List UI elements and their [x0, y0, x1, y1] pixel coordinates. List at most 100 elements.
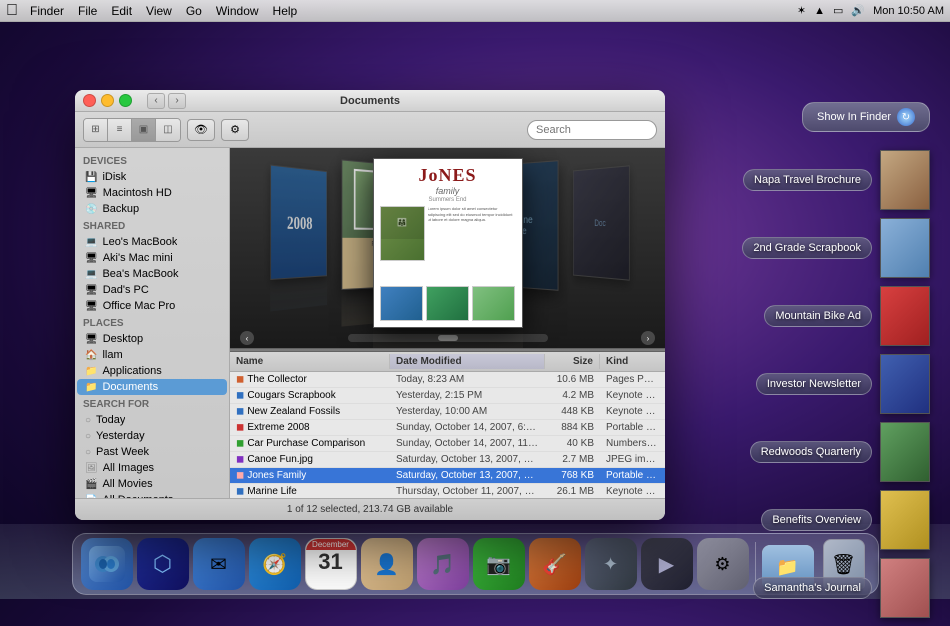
dock-quicksilver[interactable]: ✦ [585, 538, 637, 590]
side-item-napa-label: Napa Travel Brochure [743, 169, 872, 191]
dock-dashboard[interactable]: ⬡ [137, 538, 189, 590]
column-view-button[interactable]: ◫ [156, 119, 180, 141]
minimize-button[interactable] [101, 94, 114, 107]
file-list-header: Name Date Modified Size Kind [230, 352, 665, 372]
cf-item-right-far: Doc [573, 165, 630, 280]
menu-go[interactable]: Go [186, 4, 202, 18]
side-item-investor[interactable]: Investor Newsletter [720, 354, 930, 414]
side-item-redwood-label: Redwoods Quarterly [750, 441, 872, 463]
side-item-samantha[interactable]: Samantha's Journal [720, 558, 930, 618]
close-button[interactable] [83, 94, 96, 107]
dock-frontrow[interactable]: ▶ [641, 538, 693, 590]
battery-icon: ▭ [833, 4, 843, 17]
jones-body-text: Lorem ipsum dolor sit amet consectetur a… [428, 206, 516, 282]
sidebar-item-applications[interactable]: 📁Applications [77, 363, 227, 379]
cf-scroll-right[interactable]: › [641, 331, 655, 345]
sidebar-item-desktop[interactable]: 🖥Desktop [77, 331, 227, 347]
sidebar-item-aki[interactable]: 🖥Aki's Mac mini [77, 250, 227, 266]
sidebar-item-home[interactable]: 🏠llam [77, 347, 227, 363]
icon-view-button[interactable]: ⊞ [84, 119, 108, 141]
side-item-bike-label: Mountain Bike Ad [764, 305, 872, 327]
shared-header: SHARED [75, 217, 229, 234]
show-arrow-icon: ↻ [897, 108, 915, 126]
col-header-kind[interactable]: Kind [600, 354, 665, 369]
search-input[interactable] [527, 120, 657, 140]
show-in-finder-button[interactable]: Show In Finder ↻ [802, 102, 930, 132]
jones-tagline: Summers End [380, 197, 516, 203]
apple-menu-icon[interactable]:  [6, 2, 18, 20]
col-header-date[interactable]: Date Modified [390, 354, 545, 369]
desktop: ‹ › Documents ⊞ ≡ ▣ ◫ 👁 ⚙ DEVICES [0, 22, 950, 524]
side-thumbnail-investor [880, 354, 930, 414]
sidebar-search-images[interactable]: 🖼All Images [77, 460, 227, 476]
sidebar-item-dad[interactable]: 🖥Dad's PC [77, 282, 227, 298]
dock-itunes[interactable]: 🎵 [417, 538, 469, 590]
dock-addressbook[interactable]: 👤 [361, 538, 413, 590]
window-title: Documents [340, 95, 400, 107]
menu-help[interactable]: Help [273, 4, 298, 18]
sidebar-item-backup[interactable]: 💿Backup [77, 201, 227, 217]
file-row[interactable]: ◼Car Purchase Comparison Sunday, October… [230, 436, 665, 452]
cf-center-item[interactable]: JoNES family Summers End 👨‍👩‍👧 Lorem ips… [373, 158, 523, 348]
wifi-icon: ▲ [814, 5, 825, 17]
coverflow-area[interactable]: 2008 Family [230, 148, 665, 348]
dock-finder[interactable] [81, 538, 133, 590]
coverflow-view-button[interactable]: ▣ [132, 119, 156, 141]
cf-scroll-left[interactable]: ‹ [240, 331, 254, 345]
sidebar-search-pastweek[interactable]: ○Past Week [77, 444, 227, 460]
file-row[interactable]: ◼Marine Life Thursday, October 11, 2007,… [230, 484, 665, 498]
titlebar-nav: ‹ › [147, 93, 186, 109]
dock-iphoto[interactable]: 📷 [473, 538, 525, 590]
side-item-napa[interactable]: Napa Travel Brochure [720, 150, 930, 210]
dock-safari[interactable]: 🧭 [249, 538, 301, 590]
file-row[interactable]: ◼Cougars Scrapbook Yesterday, 2:15 PM 4.… [230, 388, 665, 404]
file-row[interactable]: ◼Canoe Fun.jpg Saturday, October 13, 200… [230, 452, 665, 468]
sidebar-item-documents[interactable]: 📁Documents [77, 379, 227, 395]
sidebar-search-today[interactable]: ○Today [77, 412, 227, 428]
side-thumbnail-napa [880, 150, 930, 210]
sidebar-search-yesterday[interactable]: ○Yesterday [77, 428, 227, 444]
col-header-size[interactable]: Size [545, 354, 600, 369]
sidebar-search-movies[interactable]: 🎬All Movies [77, 476, 227, 492]
action-button[interactable]: ⚙ [221, 119, 249, 141]
menu-file[interactable]: File [78, 4, 97, 18]
sidebar-item-idisk[interactable]: 💾iDisk [77, 169, 227, 185]
maximize-button[interactable] [119, 94, 132, 107]
file-row[interactable]: ◼The Collector Today, 8:23 AM 10.6 MB Pa… [230, 372, 665, 388]
menu-view[interactable]: View [146, 4, 172, 18]
quick-look-button[interactable]: 👁 [187, 119, 215, 141]
forward-button[interactable]: › [168, 93, 186, 109]
side-item-scrapbook[interactable]: 2nd Grade Scrapbook [720, 218, 930, 278]
file-row[interactable]: ◼New Zealand Fossils Yesterday, 10:00 AM… [230, 404, 665, 420]
side-item-redwood[interactable]: Redwoods Quarterly [720, 422, 930, 482]
menu-right: ✶ ▲ ▭ 🔊 Mon 10:50 AM [797, 4, 944, 17]
file-row-selected[interactable]: ◼Jones Family Saturday, October 13, 2007… [230, 468, 665, 484]
dock-mail[interactable]: ✉ [193, 538, 245, 590]
status-text: 1 of 12 selected, 213.74 GB available [287, 504, 453, 515]
back-button[interactable]: ‹ [147, 93, 165, 109]
menu-finder[interactable]: Finder [30, 4, 64, 18]
side-thumbnail-redwood [880, 422, 930, 482]
sidebar-item-office[interactable]: 🖥Office Mac Pro [77, 298, 227, 314]
side-item-benefits[interactable]: Benefits Overview [720, 490, 930, 550]
sidebar-item-leos[interactable]: 💻Leo's MacBook [77, 234, 227, 250]
sidebar-item-hd[interactable]: 🖥Macintosh HD [77, 185, 227, 201]
finder-toolbar: ⊞ ≡ ▣ ◫ 👁 ⚙ [75, 112, 665, 148]
file-list: Name Date Modified Size Kind ◼The Collec… [230, 352, 665, 498]
side-item-bike[interactable]: Mountain Bike Ad [720, 286, 930, 346]
sidebar-search-docs[interactable]: 📄All Documents [77, 492, 227, 498]
menu-edit[interactable]: Edit [111, 4, 132, 18]
menu-window[interactable]: Window [216, 4, 259, 18]
col-header-name[interactable]: Name [230, 354, 390, 369]
side-thumbnail-samantha [880, 558, 930, 618]
sidebar-item-bea[interactable]: 💻Bea's MacBook [77, 266, 227, 282]
list-view-button[interactable]: ≡ [108, 119, 132, 141]
side-panel: Show In Finder ↻ Napa Travel Brochure 2n… [720, 102, 930, 626]
jones-doc-preview: JoNES family Summers End 👨‍👩‍👧 Lorem ips… [374, 159, 522, 327]
show-in-finder-area: Show In Finder ↻ [802, 102, 930, 142]
dock-garageband[interactable]: 🎸 [529, 538, 581, 590]
jones-family-photo: 👨‍👩‍👧 [380, 206, 425, 261]
file-row[interactable]: ◼Extreme 2008 Sunday, October 14, 2007, … [230, 420, 665, 436]
dock-ical[interactable]: December 31 [305, 538, 357, 590]
clock: Mon 10:50 AM [873, 5, 944, 17]
